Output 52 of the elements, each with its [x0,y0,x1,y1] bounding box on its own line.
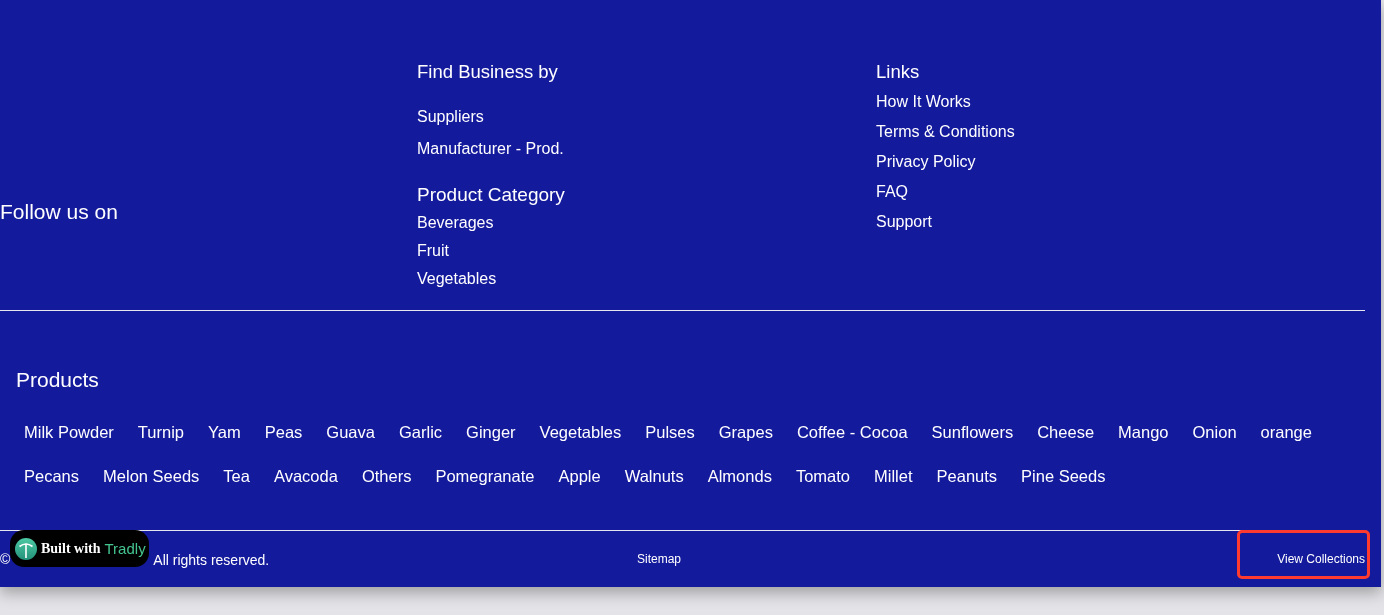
product-link[interactable]: Almonds [699,454,780,498]
product-link[interactable]: Walnuts [616,454,692,498]
footer-link[interactable]: FAQ [876,177,908,207]
footer-link[interactable]: Beverages [417,209,494,237]
copyright-symbol: © [0,550,11,569]
product-link[interactable]: Avacoda [265,454,346,498]
product-link[interactable]: Peanuts [928,454,1006,498]
product-link[interactable]: Peas [256,410,311,454]
product-link[interactable]: Ginger [458,410,524,454]
footer-link[interactable]: Fruit [417,237,449,265]
product-link[interactable]: Millet [866,454,921,498]
section-heading: Products [16,367,99,393]
badge-text: Built with [41,539,101,558]
product-link[interactable]: Melon Seeds [95,454,208,498]
section-heading: Product Category [417,183,565,207]
copyright-text: All rights reserved. [153,551,270,570]
footer-link[interactable]: Vegetables [417,265,497,293]
product-link[interactable]: Vegetables [531,410,630,454]
product-link[interactable]: Yam [200,410,249,454]
built-with-badge[interactable]: Built with Tradly [10,530,149,567]
product-link[interactable]: Coffee - Cocoa [788,410,916,454]
product-link[interactable]: Guava [318,410,383,454]
product-link[interactable]: Tea [215,454,258,498]
product-link[interactable]: Garlic [390,410,451,454]
follow-us-label: Follow us on [0,199,118,225]
product-link[interactable]: Apple [550,454,609,498]
product-link[interactable]: Onion [1184,410,1245,454]
footer-link[interactable]: Terms & Conditions [876,117,1015,147]
product-link[interactable]: Pomegranate [427,454,543,498]
product-link[interactable]: Turnip [129,410,193,454]
product-link[interactable]: Grapes [710,410,781,454]
product-link[interactable]: Cheese [1029,410,1103,454]
logo-icon [15,537,37,560]
footer-link[interactable]: Support [876,207,933,237]
product-link[interactable]: Milk Powder [16,410,122,454]
product-link[interactable]: Pine Seeds [1013,454,1114,498]
product-link[interactable]: Tomato [787,454,858,498]
section-heading: Links [876,60,920,84]
view-collections-link[interactable]: View Collections [1277,551,1365,567]
product-link[interactable]: Pecans [16,454,88,498]
section-heading: Find Business by [417,60,558,84]
product-link[interactable]: orange [1252,410,1320,454]
product-link[interactable]: Mango [1110,410,1177,454]
footer-link[interactable]: How It Works [876,87,971,117]
footer-link[interactable]: Manufacturer - Prod. [417,133,564,165]
product-link[interactable]: Others [353,454,420,498]
footer-link[interactable]: Suppliers [417,101,484,133]
sitemap-link[interactable]: Sitemap [637,551,682,567]
footer-link[interactable]: Privacy Policy [876,147,976,177]
product-link[interactable]: Sunflowers [923,410,1022,454]
product-link[interactable]: Pulses [637,410,703,454]
brand-name: Tradly [104,539,146,558]
